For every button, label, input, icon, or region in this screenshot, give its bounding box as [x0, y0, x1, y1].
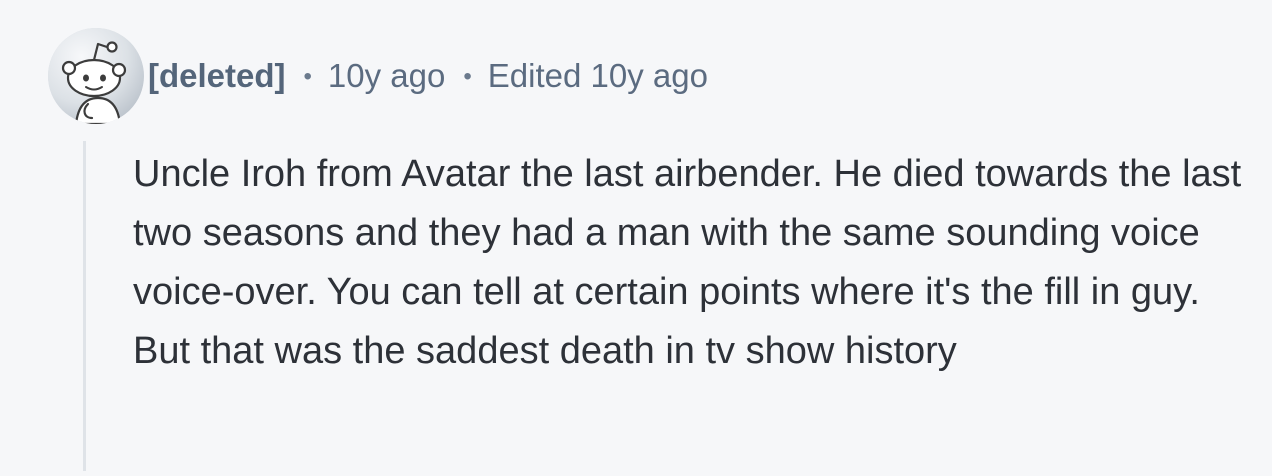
meta-separator: •	[463, 63, 472, 90]
comment-timestamp[interactable]: 10y ago	[328, 52, 445, 100]
comment-body-text: Uncle Iroh from Avatar the last airbende…	[133, 153, 1242, 372]
comment-meta: [deleted] • 10y ago • Edited 10y ago	[148, 52, 708, 100]
comment: [deleted] • 10y ago • Edited 10y ago Unc…	[0, 0, 1272, 476]
comment-body: Uncle Iroh from Avatar the last airbende…	[133, 145, 1243, 381]
edited-timestamp: Edited 10y ago	[487, 57, 708, 94]
username-link[interactable]: [deleted]	[148, 52, 286, 100]
snoo-avatar-icon[interactable]	[48, 28, 144, 124]
meta-separator: •	[303, 63, 312, 90]
thread-line[interactable]	[83, 141, 86, 471]
